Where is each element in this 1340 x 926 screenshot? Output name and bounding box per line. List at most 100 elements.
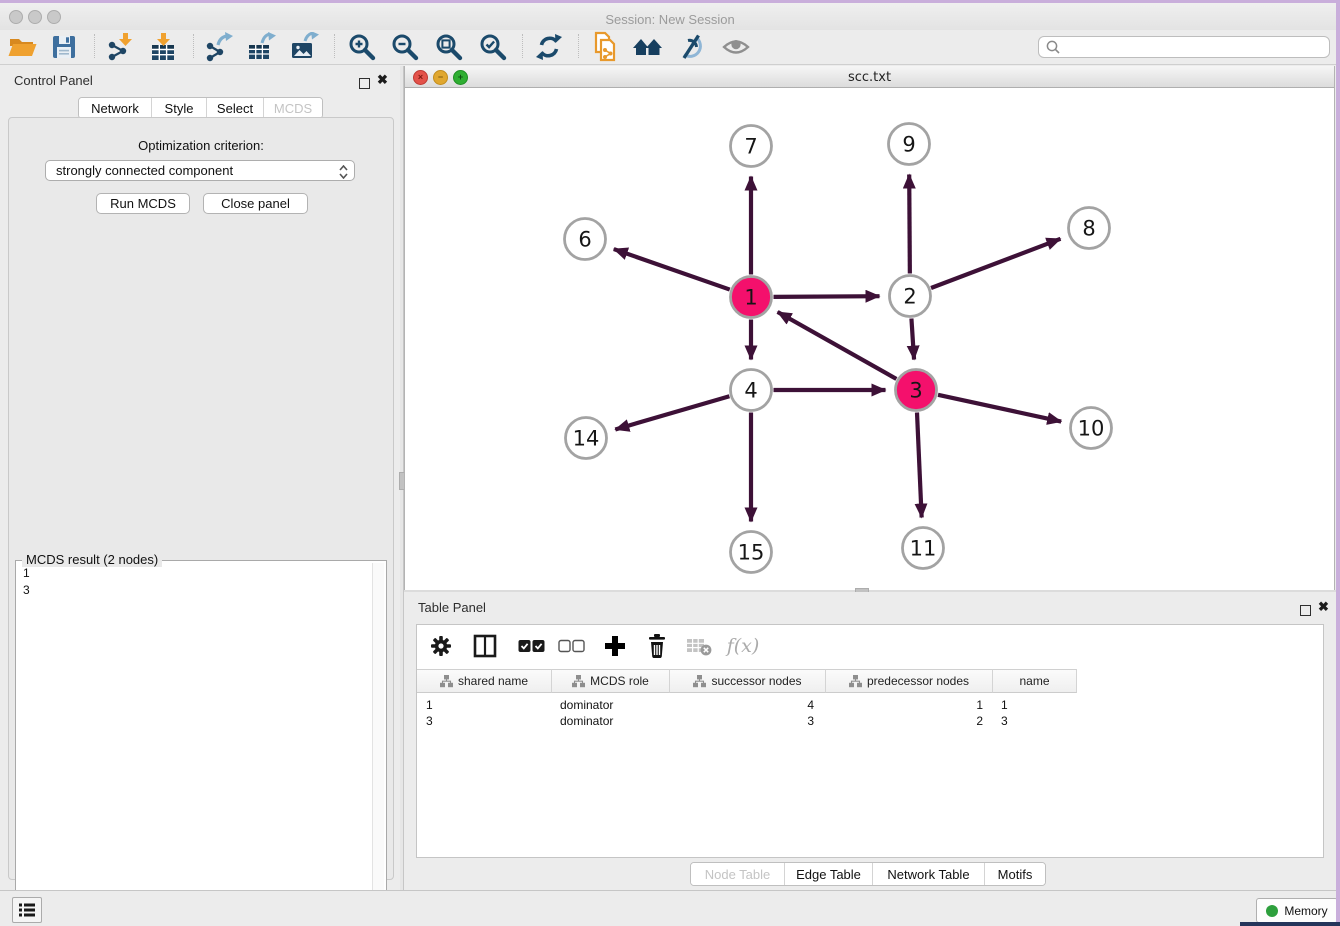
tab-select[interactable]: Select	[207, 98, 264, 118]
export-table-button[interactable]	[244, 32, 278, 62]
cell-predecessor-nodes[interactable]: 2	[826, 713, 993, 729]
dropdown-value: strongly connected component	[56, 163, 233, 178]
run-mcds-button[interactable]: Run MCDS	[96, 193, 190, 214]
tab-edge-table[interactable]: Edge Table	[785, 863, 873, 885]
graph-edge-3-10[interactable]	[938, 395, 1061, 422]
bird-view-button[interactable]	[719, 32, 753, 62]
graph-edge-2-3[interactable]	[911, 318, 914, 359]
column-label: name	[1019, 674, 1049, 688]
open-session-button[interactable]	[5, 32, 39, 62]
delete-columns-button[interactable]	[639, 633, 675, 659]
first-neighbors-button[interactable]	[631, 32, 665, 62]
memory-button[interactable]: Memory	[1256, 898, 1338, 923]
mcds-result-list[interactable]: 1 3	[23, 565, 30, 599]
cell-successor-nodes[interactable]: 3	[670, 713, 826, 729]
delete-table-icon	[686, 634, 712, 658]
export-image-button[interactable]	[287, 32, 321, 62]
toolbar-separator	[578, 34, 579, 58]
graph-edge-4-14[interactable]	[615, 396, 729, 429]
cell-name[interactable]: 1	[993, 697, 1077, 713]
function-builder-button[interactable]: f(x)	[725, 635, 761, 657]
export-table-icon	[246, 32, 276, 62]
zoom-fit-button[interactable]	[432, 32, 466, 62]
result-scrollbar[interactable]	[372, 563, 384, 926]
houses-icon	[632, 32, 664, 62]
table-row[interactable]: 3 dominator 3 2 3	[417, 713, 1077, 729]
import-network-button[interactable]	[103, 32, 137, 62]
optimization-label: Optimization criterion:	[9, 138, 393, 153]
column-header-name[interactable]: name	[993, 669, 1077, 693]
show-log-button[interactable]	[12, 897, 42, 923]
cell-shared-name[interactable]: 3	[417, 713, 552, 729]
toolbar-separator	[522, 34, 523, 58]
cell-shared-name[interactable]: 1	[417, 697, 552, 713]
save-icon	[49, 32, 79, 62]
cytoscape-window: Session: New Session	[0, 0, 1340, 926]
export-network-icon	[204, 32, 234, 62]
cell-mcds-role[interactable]: dominator	[552, 697, 670, 713]
zoom-in-button[interactable]	[345, 32, 379, 62]
graph-edge-3-11[interactable]	[917, 412, 922, 517]
graph-node-label-7: 7	[744, 135, 757, 159]
network-graph[interactable]: 1234678910111415	[405, 88, 1334, 590]
result-line: 3	[23, 582, 30, 599]
cell-predecessor-nodes[interactable]: 1	[826, 697, 993, 713]
cell-mcds-role[interactable]: dominator	[552, 713, 670, 729]
tab-mcds[interactable]: MCDS	[264, 98, 322, 118]
import-table-button[interactable]	[146, 32, 180, 62]
create-column-button[interactable]	[597, 634, 633, 658]
delete-table-button[interactable]	[681, 634, 717, 658]
refresh-view-button[interactable]	[532, 32, 566, 62]
window-title: Session: New Session	[0, 12, 1340, 27]
table-tabs: Node Table Edge Table Network Table Moti…	[690, 862, 1046, 886]
graph-node-label-2: 2	[903, 285, 916, 309]
column-header-predecessor-nodes[interactable]: predecessor nodes	[826, 669, 993, 693]
export-network-button[interactable]	[202, 32, 236, 62]
cell-name[interactable]: 3	[993, 713, 1077, 729]
graph-edge-3-1[interactable]	[778, 312, 897, 379]
network-canvas[interactable]: 1234678910111415	[405, 88, 1334, 590]
cell-successor-nodes[interactable]: 4	[670, 697, 826, 713]
clone-network-button[interactable]	[588, 32, 622, 62]
float-panel-button[interactable]	[359, 76, 370, 94]
plus-icon	[603, 634, 627, 658]
tab-style[interactable]: Style	[152, 98, 207, 118]
trash-icon	[645, 633, 669, 659]
zoom-selected-icon	[478, 32, 508, 62]
float-table-panel-button[interactable]	[1300, 603, 1311, 621]
search-input[interactable]	[1061, 38, 1329, 56]
tab-node-table[interactable]: Node Table	[691, 863, 785, 885]
tab-motifs[interactable]: Motifs	[985, 863, 1045, 885]
column-type-icon	[693, 675, 706, 688]
graph-node-label-1: 1	[744, 286, 757, 310]
close-panel-button[interactable]: Close panel	[203, 193, 308, 214]
zoom-out-button[interactable]	[388, 32, 422, 62]
table-row[interactable]: 1 dominator 4 1 1	[417, 697, 1077, 713]
network-view-frame: × − + scc.txt 1234678910111415	[404, 66, 1335, 590]
show-column-button[interactable]	[467, 634, 503, 658]
tab-network-table[interactable]: Network Table	[873, 863, 985, 885]
save-session-button[interactable]	[47, 32, 81, 62]
hide-graphics-details-button[interactable]	[674, 32, 708, 62]
close-panel-icon[interactable]: ✖	[377, 74, 388, 85]
graph-edge-1-6[interactable]	[614, 249, 730, 290]
column-header-successor-nodes[interactable]: successor nodes	[670, 669, 826, 693]
graph-edge-2-8[interactable]	[931, 239, 1060, 288]
column-label: shared name	[458, 674, 528, 688]
column-header-mcds-role[interactable]: MCDS role	[552, 669, 670, 693]
checked-boxes-icon	[518, 639, 545, 653]
import-table-icon	[148, 32, 178, 62]
graph-edge-1-2[interactable]	[773, 296, 879, 297]
graph-node-label-4: 4	[744, 379, 757, 403]
deselect-all-checkboxes-button[interactable]	[553, 639, 589, 653]
criterion-dropdown[interactable]: strongly connected component	[45, 160, 355, 181]
close-table-panel-icon[interactable]: ✖	[1318, 601, 1329, 612]
mcds-result-title: MCDS result (2 nodes)	[22, 552, 162, 567]
columns-icon	[473, 634, 497, 658]
table-options-button[interactable]	[423, 634, 459, 658]
zoom-selected-button[interactable]	[476, 32, 510, 62]
tab-network[interactable]: Network	[79, 98, 152, 118]
graph-edge-2-9[interactable]	[909, 174, 910, 273]
select-all-checkboxes-button[interactable]	[513, 639, 549, 653]
column-header-shared-name[interactable]: shared name	[417, 669, 552, 693]
